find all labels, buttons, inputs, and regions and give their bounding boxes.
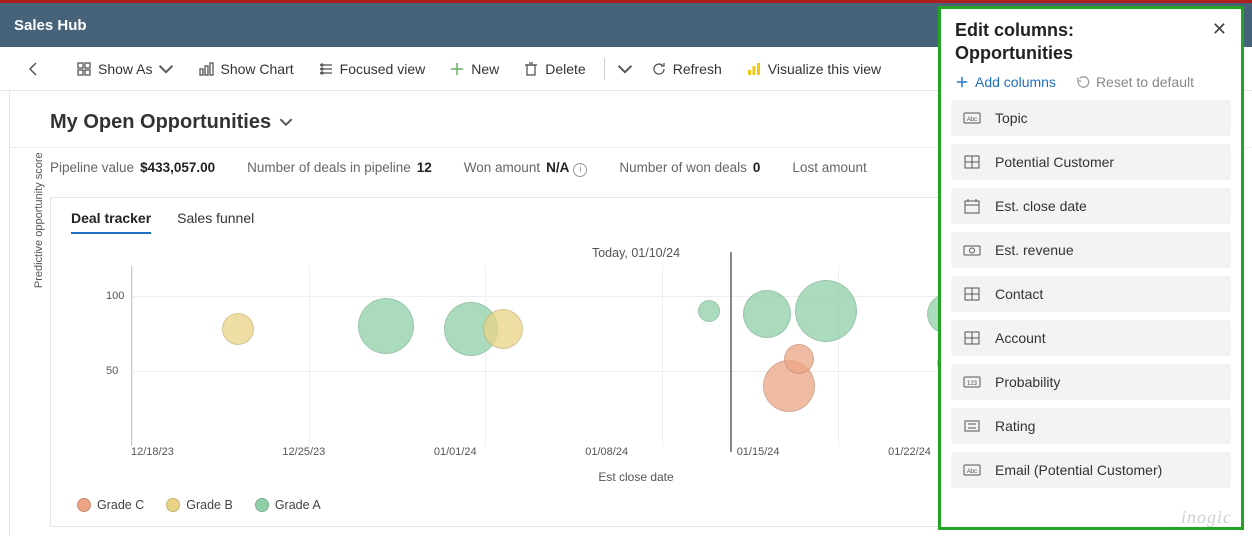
- bubble[interactable]: [743, 290, 791, 338]
- new-button[interactable]: New: [439, 55, 509, 83]
- reset-to-default-button[interactable]: Reset to default: [1076, 74, 1194, 90]
- legend-grade-a: Grade A: [255, 498, 321, 513]
- svg-text:123: 123: [967, 381, 978, 387]
- show-chart-button[interactable]: Show Chart: [188, 55, 303, 83]
- column-label: Email (Potential Customer): [995, 462, 1162, 478]
- tab-sales-funnel[interactable]: Sales funnel: [177, 210, 254, 234]
- view-title[interactable]: My Open Opportunities: [50, 111, 293, 134]
- svg-text:Abc: Abc: [967, 469, 977, 475]
- bubble[interactable]: [222, 313, 254, 345]
- y-axis-label: Predictive opportunity score: [33, 152, 45, 288]
- back-button[interactable]: [20, 55, 48, 83]
- column-label: Account: [995, 330, 1046, 346]
- delete-dropdown[interactable]: [613, 55, 637, 83]
- column-list: Abc Topic Potential Customer Est. close dat…: [941, 100, 1241, 496]
- watermark: inogic: [1181, 507, 1232, 528]
- show-as-button[interactable]: Show As: [66, 55, 184, 83]
- column-label: Rating: [995, 418, 1035, 434]
- refresh-button[interactable]: Refresh: [641, 55, 732, 83]
- column-label: Probability: [995, 374, 1060, 390]
- bubble[interactable]: [795, 280, 857, 342]
- visualize-button[interactable]: Visualize this view: [736, 55, 891, 83]
- separator: [604, 58, 605, 80]
- column-item[interactable]: Abc Email (Potential Customer): [951, 452, 1231, 488]
- app-title: Sales Hub: [14, 17, 1016, 34]
- column-label: Potential Customer: [995, 154, 1114, 170]
- column-item[interactable]: Potential Customer: [951, 144, 1231, 180]
- tab-deal-tracker[interactable]: Deal tracker: [71, 210, 151, 234]
- column-label: Contact: [995, 286, 1043, 302]
- column-label: Est. revenue: [995, 242, 1074, 258]
- edit-columns-panel: Edit columns:Opportunities ✕ Add columns…: [938, 6, 1244, 530]
- add-columns-button[interactable]: Add columns: [955, 74, 1056, 90]
- chevron-down-icon: [279, 115, 293, 129]
- column-item[interactable]: Est. close date: [951, 188, 1231, 224]
- bubble[interactable]: [358, 298, 414, 354]
- column-item[interactable]: Abc Topic: [951, 100, 1231, 136]
- legend-grade-b: Grade B: [166, 498, 233, 513]
- column-item[interactable]: Account: [951, 320, 1231, 356]
- bubble[interactable]: [483, 309, 523, 349]
- focused-view-button[interactable]: Focused view: [308, 55, 436, 83]
- svg-text:Abc: Abc: [967, 117, 977, 123]
- column-item[interactable]: 123 Probability: [951, 364, 1231, 400]
- bubble[interactable]: [784, 344, 814, 374]
- bubble[interactable]: [698, 300, 720, 322]
- column-label: Est. close date: [995, 198, 1087, 214]
- left-gutter: [0, 91, 10, 536]
- info-icon[interactable]: i: [573, 163, 587, 177]
- close-icon[interactable]: ✕: [1212, 19, 1227, 66]
- column-item[interactable]: Est. revenue: [951, 232, 1231, 268]
- chevron-down-icon: [158, 61, 174, 77]
- column-label: Topic: [995, 110, 1028, 126]
- column-item[interactable]: Rating: [951, 408, 1231, 444]
- column-item[interactable]: Contact: [951, 276, 1231, 312]
- delete-button[interactable]: Delete: [513, 55, 595, 83]
- legend-grade-c: Grade C: [77, 498, 144, 513]
- panel-title: Edit columns:Opportunities: [955, 19, 1212, 66]
